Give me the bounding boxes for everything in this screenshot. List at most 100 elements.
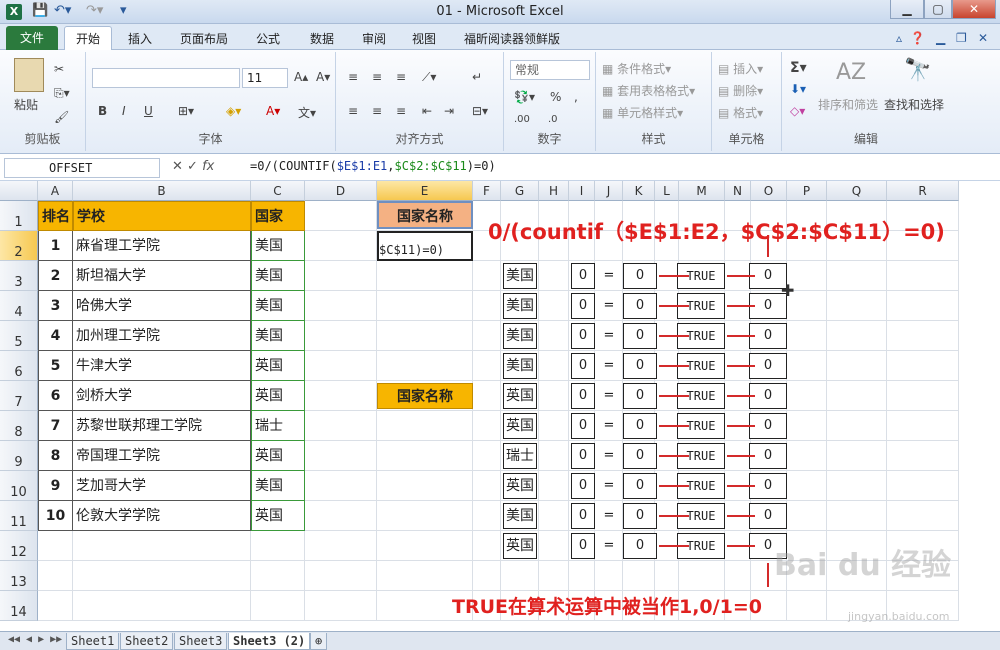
rank-cell[interactable]: 9	[38, 471, 73, 501]
row-header-13[interactable]: 13	[0, 561, 38, 591]
row-header-4[interactable]: 4	[0, 291, 38, 321]
country-cell[interactable]: 英国	[251, 501, 305, 531]
country-cell[interactable]: 英国	[251, 441, 305, 471]
grid-cell[interactable]	[305, 351, 377, 381]
row-header-3[interactable]: 3	[0, 261, 38, 291]
school-cell[interactable]: 加州理工学院	[73, 321, 251, 351]
grid-cell[interactable]	[887, 441, 959, 471]
grid-cell[interactable]	[473, 531, 501, 561]
grid-cell[interactable]	[377, 471, 473, 501]
row-header-2[interactable]: 2	[0, 231, 38, 261]
cut-icon[interactable]: ✂	[54, 62, 64, 76]
grid-cell[interactable]	[827, 471, 887, 501]
tab-foxit[interactable]: 福昕阅读器领鲜版	[464, 30, 560, 47]
maximize-button[interactable]: ▢	[924, 0, 952, 19]
align-bottom-icon[interactable]: ≡	[396, 70, 406, 84]
format-cells-button[interactable]: ▤ 格式▾	[718, 104, 763, 121]
column-header-i[interactable]: I	[569, 181, 595, 201]
delete-cells-button[interactable]: ▤ 删除▾	[718, 82, 763, 99]
align-right-icon[interactable]: ≡	[396, 104, 406, 118]
fill-color-icon[interactable]: ◈▾	[226, 104, 241, 118]
column-header-q[interactable]: Q	[827, 181, 887, 201]
grow-font-icon[interactable]: A▴	[294, 70, 308, 84]
grid-cell[interactable]	[305, 261, 377, 291]
tab-formulas[interactable]: 公式	[256, 30, 280, 47]
grid-cell[interactable]	[473, 411, 501, 441]
grid-cell[interactable]	[787, 441, 827, 471]
grid-cell[interactable]	[377, 321, 473, 351]
country-cell[interactable]: 美国	[251, 321, 305, 351]
grid-cell[interactable]	[377, 261, 473, 291]
row-header-7[interactable]: 7	[0, 381, 38, 411]
grid-cell[interactable]	[473, 441, 501, 471]
orientation-icon[interactable]: ⟋▾	[422, 70, 436, 85]
grid-cell[interactable]	[377, 411, 473, 441]
sheet-tab[interactable]: Sheet3 (2)	[228, 633, 311, 650]
help-icon[interactable]: ❓	[910, 31, 925, 45]
fill-icon[interactable]: ⬇▾	[790, 82, 806, 96]
grid-cell[interactable]	[539, 291, 569, 321]
column-header-o[interactable]: O	[751, 181, 787, 201]
grid-cell[interactable]	[73, 561, 251, 591]
grid-cell[interactable]	[473, 471, 501, 501]
grid-cell[interactable]	[827, 351, 887, 381]
grid-cell[interactable]	[887, 321, 959, 351]
grid-cell[interactable]	[38, 531, 73, 561]
school-cell[interactable]: 剑桥大学	[73, 381, 251, 411]
school-cell[interactable]: 芝加哥大学	[73, 471, 251, 501]
grid-cell[interactable]	[827, 321, 887, 351]
tab-page-layout[interactable]: 页面布局	[180, 30, 228, 47]
grid-cell[interactable]	[887, 411, 959, 441]
currency-icon[interactable]: 💱▾	[514, 90, 535, 104]
tab-review[interactable]: 审阅	[362, 30, 386, 47]
column-header-f[interactable]: F	[473, 181, 501, 201]
grid-cell[interactable]	[827, 441, 887, 471]
align-top-icon[interactable]: ≡	[348, 70, 358, 84]
country-cell[interactable]: 英国	[251, 381, 305, 411]
grid-cell[interactable]	[887, 291, 959, 321]
grid-cell[interactable]	[251, 531, 305, 561]
shrink-font-icon[interactable]: A▾	[316, 70, 330, 84]
sheet-tab[interactable]: Sheet2	[120, 633, 174, 650]
grid-cell[interactable]	[539, 531, 569, 561]
column-header-g[interactable]: G	[501, 181, 539, 201]
grid-cell[interactable]	[305, 471, 377, 501]
grid-cell[interactable]	[305, 321, 377, 351]
decrease-indent-icon[interactable]: ⇤	[422, 104, 432, 118]
rank-cell[interactable]: 8	[38, 441, 73, 471]
grid-cell[interactable]	[539, 411, 569, 441]
italic-button[interactable]: I	[122, 104, 126, 118]
grid-cell[interactable]	[827, 291, 887, 321]
comma-icon[interactable]: ,	[574, 90, 578, 104]
country-cell[interactable]: 美国	[251, 261, 305, 291]
paste-icon[interactable]	[14, 58, 44, 92]
grid-cell[interactable]	[305, 291, 377, 321]
grid-cell[interactable]	[539, 471, 569, 501]
grid-cell[interactable]	[827, 261, 887, 291]
bold-button[interactable]: B	[98, 104, 107, 118]
grid-cell[interactable]	[305, 561, 377, 591]
grid-cell[interactable]	[473, 381, 501, 411]
grid-cell[interactable]	[827, 381, 887, 411]
grid-cell[interactable]	[787, 351, 827, 381]
align-center-icon[interactable]: ≡	[372, 104, 382, 118]
formula-buttons[interactable]: ✕ ✓ fx	[172, 159, 214, 174]
grid-cell[interactable]	[787, 501, 827, 531]
sort-filter-icon[interactable]: AZ	[836, 60, 866, 85]
grid-cell[interactable]	[787, 471, 827, 501]
grid-cell[interactable]	[473, 291, 501, 321]
rank-cell[interactable]: 4	[38, 321, 73, 351]
merge-center-icon[interactable]: ⊟▾	[472, 104, 488, 118]
sheet-tab[interactable]: Sheet3	[174, 633, 228, 650]
column-header-k[interactable]: K	[623, 181, 655, 201]
grid-cell[interactable]	[679, 561, 725, 591]
grid-cell[interactable]	[787, 321, 827, 351]
rank-cell[interactable]: 6	[38, 381, 73, 411]
grid-cell[interactable]	[73, 591, 251, 621]
column-header-b[interactable]: B	[73, 181, 251, 201]
grid-cell[interactable]	[73, 531, 251, 561]
rank-cell[interactable]: 1	[38, 231, 73, 261]
find-select-button[interactable]: 查找和选择	[884, 96, 944, 113]
column-header-d[interactable]: D	[305, 181, 377, 201]
grid-cell[interactable]	[887, 351, 959, 381]
